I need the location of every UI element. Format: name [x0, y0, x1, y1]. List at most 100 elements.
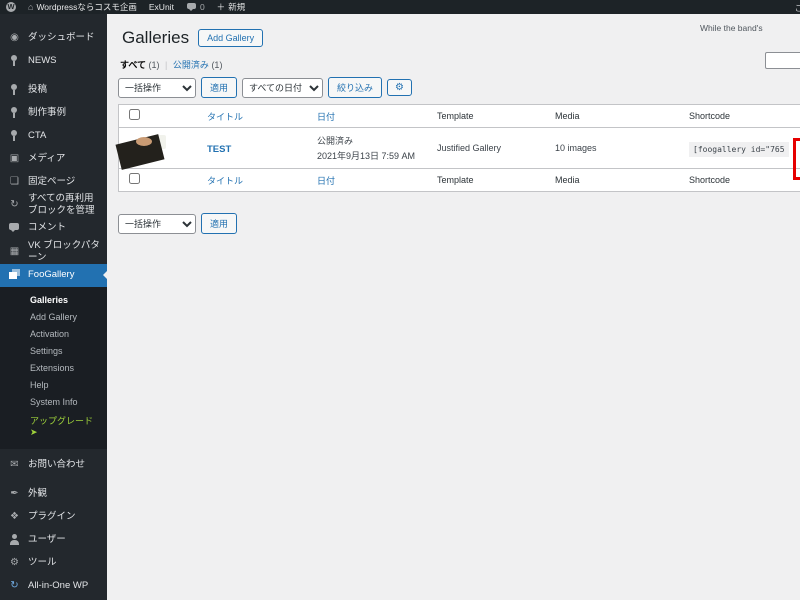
plugin-icon: ❖ [10, 511, 19, 522]
column-template: Template [437, 111, 474, 121]
submenu-upgrade[interactable]: アップグレード ➤ [0, 411, 107, 442]
comments-menu[interactable]: 0 [180, 0, 211, 14]
site-name-menu[interactable]: ⌂ Wordpressならコスモ企画 [22, 0, 143, 14]
table-header-row: タイトル 日付 Template Media Shortcode [119, 105, 800, 128]
sidebar-item-appearance[interactable]: ✒ 外観 [0, 483, 107, 506]
apply-button[interactable]: 適用 [201, 77, 238, 98]
user-icon [8, 534, 21, 546]
pin-icon [8, 83, 21, 96]
row-template: Justified Gallery [437, 143, 502, 153]
sidebar-item-plugins[interactable]: ❖ プラグイン [0, 506, 107, 529]
submenu-settings[interactable]: Settings [0, 343, 107, 360]
gallery-title-link[interactable]: TEST [207, 144, 231, 155]
site-name-label: Wordpressならコスモ企画 [36, 2, 137, 12]
screen-options-button[interactable]: ⚙ [387, 79, 412, 96]
add-gallery-button[interactable]: Add Gallery [198, 29, 264, 47]
comment-bubble-icon [186, 2, 197, 12]
submenu-activation[interactable]: Activation [0, 326, 107, 343]
bottom-toolbar: 一括操作 適用 [118, 213, 238, 234]
filter-button[interactable]: 絞り込み [328, 77, 383, 98]
sidebar-item-pages[interactable]: ❏ 固定ページ [0, 170, 107, 193]
pin-icon [8, 129, 21, 142]
sidebar-item-contact[interactable]: ✉ お問い合わせ [0, 454, 107, 477]
new-label: 新規 [228, 2, 246, 12]
filter-published-link[interactable]: 公開済み [173, 60, 209, 70]
sidebar-item-comments[interactable]: コメント [0, 217, 107, 240]
row-media-count: 10 images [555, 143, 597, 153]
bulk-action-select[interactable]: 一括操作 [118, 77, 196, 98]
apply-button-bottom[interactable]: 適用 [201, 213, 238, 234]
admin-sidebar: ◉ ダッシュボード NEWS 投稿 制作事例 CTA ▣ メディア ❏ 固定ペー… [0, 14, 107, 600]
select-all-checkbox[interactable] [128, 109, 140, 120]
bulk-action-select-bottom[interactable]: 一括操作 [118, 213, 196, 234]
notice-text: While the band's [700, 23, 763, 33]
comments-icon [8, 222, 21, 234]
dashboard-icon: ◉ [10, 31, 19, 43]
submenu-help[interactable]: Help [0, 377, 107, 394]
wordpress-logo-icon: W [6, 2, 16, 12]
sidebar-item-news[interactable]: NEWS [0, 49, 107, 72]
galleries-table: タイトル 日付 Template Media Shortcode TEST 公開… [115, 104, 800, 192]
top-toolbar: 一括操作 適用 すべての日付 絞り込み ⚙ [118, 77, 412, 98]
new-content-menu[interactable]: ＋ 新規 [211, 0, 252, 14]
column-media: Media [555, 111, 580, 121]
grid-icon: ▦ [9, 245, 20, 257]
exunit-label: ExUnit [148, 2, 174, 12]
sidebar-item-vk-block-patterns[interactable]: ▦ VK ブロックパターン [0, 240, 107, 264]
gear-icon: ⚙ [395, 82, 404, 93]
page-title: Galleries [122, 28, 190, 47]
submenu-galleries[interactable]: Galleries [0, 292, 107, 309]
sidebar-item-dashboard[interactable]: ◉ ダッシュボード [0, 26, 107, 49]
sidebar-item-posts[interactable]: 投稿 [0, 78, 107, 101]
filter-all-count: (1) [148, 60, 160, 70]
column-date-sort[interactable]: 日付 [317, 110, 437, 123]
admin-bar: W ⌂ Wordpressならコスモ企画 ExUnit 0 ＋ 新規 こ [0, 0, 800, 14]
sidebar-item-users[interactable]: ユーザー [0, 529, 107, 552]
submenu-extensions[interactable]: Extensions [0, 360, 107, 377]
reusable-blocks-icon: ↻ [10, 198, 19, 210]
column-date-sort-bottom[interactable]: 日付 [317, 174, 437, 187]
submenu-add-gallery[interactable]: Add Gallery [0, 309, 107, 326]
select-all-checkbox-bottom[interactable] [128, 173, 140, 184]
sidebar-item-media[interactable]: ▣ メディア [0, 147, 107, 170]
status-filters: すべて (1) | 公開済み (1) [120, 58, 222, 71]
comments-count: 0 [199, 2, 205, 12]
sidebar-item-foogallery[interactable]: FooGallery [0, 263, 107, 287]
foogallery-submenu: Galleries Add Gallery Activation Setting… [0, 286, 107, 449]
sidebar-item-reusable-blocks[interactable]: ↻ すべての再利用ブロックを管理 [0, 193, 107, 217]
sidebar-item-tools[interactable]: ⚙ ツール [0, 552, 107, 575]
exunit-menu[interactable]: ExUnit [143, 0, 180, 14]
pin-icon [8, 54, 21, 67]
main-content: While the band's Galleries Add Gallery す… [107, 14, 800, 600]
row-status: 公開済み [317, 136, 354, 146]
sidebar-item-works[interactable]: 制作事例 [0, 101, 107, 124]
column-title-sort-bottom[interactable]: タイトル [207, 174, 317, 187]
column-shortcode: Shortcode [689, 111, 731, 121]
admin-bar-right-partial-text: こ [794, 3, 800, 13]
mail-icon: ✉ [10, 459, 19, 470]
appearance-icon: ✒ [10, 488, 19, 499]
home-icon: ⌂ [28, 2, 34, 12]
table-footer-row: タイトル 日付 Template Media Shortcode [119, 168, 800, 191]
migration-icon: ↻ [10, 580, 19, 591]
pages-icon: ❏ [10, 175, 19, 187]
sidebar-item-all-in-one-wp[interactable]: ↻ All-in-One WP [0, 575, 107, 598]
sidebar-item-cta[interactable]: CTA [0, 124, 107, 147]
row-date: 2021年9月13日 7:59 AM [317, 151, 416, 161]
search-input[interactable] [765, 52, 800, 69]
row-shortcode[interactable]: [foogallery id="765 [689, 142, 789, 157]
filter-separator: | [165, 60, 168, 70]
pin-icon [8, 106, 21, 119]
column-media-bottom: Media [555, 175, 580, 185]
plus-icon: ＋ [216, 2, 226, 12]
table-row: TEST 公開済み 2021年9月13日 7:59 AM Justified G… [115, 128, 800, 170]
filter-all-link[interactable]: すべて [120, 60, 146, 70]
column-template-bottom: Template [437, 175, 474, 185]
column-title-sort[interactable]: タイトル [207, 110, 317, 123]
date-filter-select[interactable]: すべての日付 [242, 77, 324, 98]
media-icon: ▣ [9, 152, 20, 164]
gallery-icon [8, 269, 21, 281]
submenu-system-info[interactable]: System Info [0, 394, 107, 411]
wordpress-logo-menu[interactable]: W [0, 0, 22, 14]
tools-icon: ⚙ [10, 557, 19, 568]
